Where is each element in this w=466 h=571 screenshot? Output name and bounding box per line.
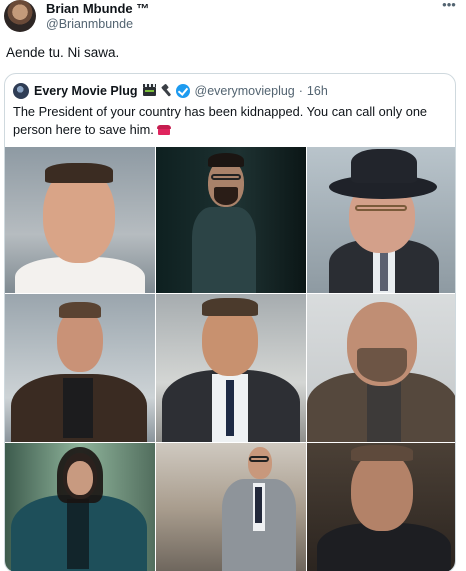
verified-badge-icon[interactable]: [175, 84, 190, 98]
hammer-icon: [160, 85, 172, 97]
photo-2[interactable]: [156, 147, 306, 293]
photo-9[interactable]: [307, 443, 455, 571]
photo-6[interactable]: [307, 294, 455, 442]
tweet[interactable]: Brian Mbunde ™ @Brianmbunde ••• Aende tu…: [0, 0, 466, 571]
telephone-icon: [157, 124, 172, 135]
quoted-tweet-header: Every Movie Plug @everymovieplug · 16h: [13, 82, 447, 100]
tweet-text: Aende tu. Ni sawa.: [6, 45, 120, 60]
image-grid: [5, 147, 455, 571]
photo-4[interactable]: [5, 294, 155, 442]
quoted-author-avatar[interactable]: [13, 83, 29, 99]
photo-3[interactable]: [307, 147, 455, 293]
author-avatar[interactable]: [4, 0, 36, 32]
quoted-timestamp[interactable]: 16h: [307, 84, 328, 98]
author-handle[interactable]: @Brianmbunde: [46, 16, 446, 32]
clapperboard-icon: [142, 84, 157, 97]
photo-1[interactable]: [5, 147, 155, 293]
photo-7[interactable]: [5, 443, 155, 571]
photo-8[interactable]: [156, 443, 306, 571]
quoted-tweet[interactable]: Every Movie Plug @everymovieplug · 16h T…: [4, 73, 456, 571]
quoted-tweet-text: The President of your country has been k…: [13, 103, 443, 139]
quoted-author-name[interactable]: Every Movie Plug: [34, 84, 138, 98]
tweet-header: Brian Mbunde ™ @Brianmbunde: [46, 1, 446, 32]
more-horizontal-icon[interactable]: •••: [440, 0, 458, 14]
quoted-author-handle[interactable]: @everymovieplug: [195, 84, 295, 98]
quoted-text-content: The President of your country has been k…: [13, 104, 428, 137]
photo-5[interactable]: [156, 294, 306, 442]
meta-separator: ·: [298, 84, 303, 98]
author-name[interactable]: Brian Mbunde ™: [46, 1, 446, 16]
